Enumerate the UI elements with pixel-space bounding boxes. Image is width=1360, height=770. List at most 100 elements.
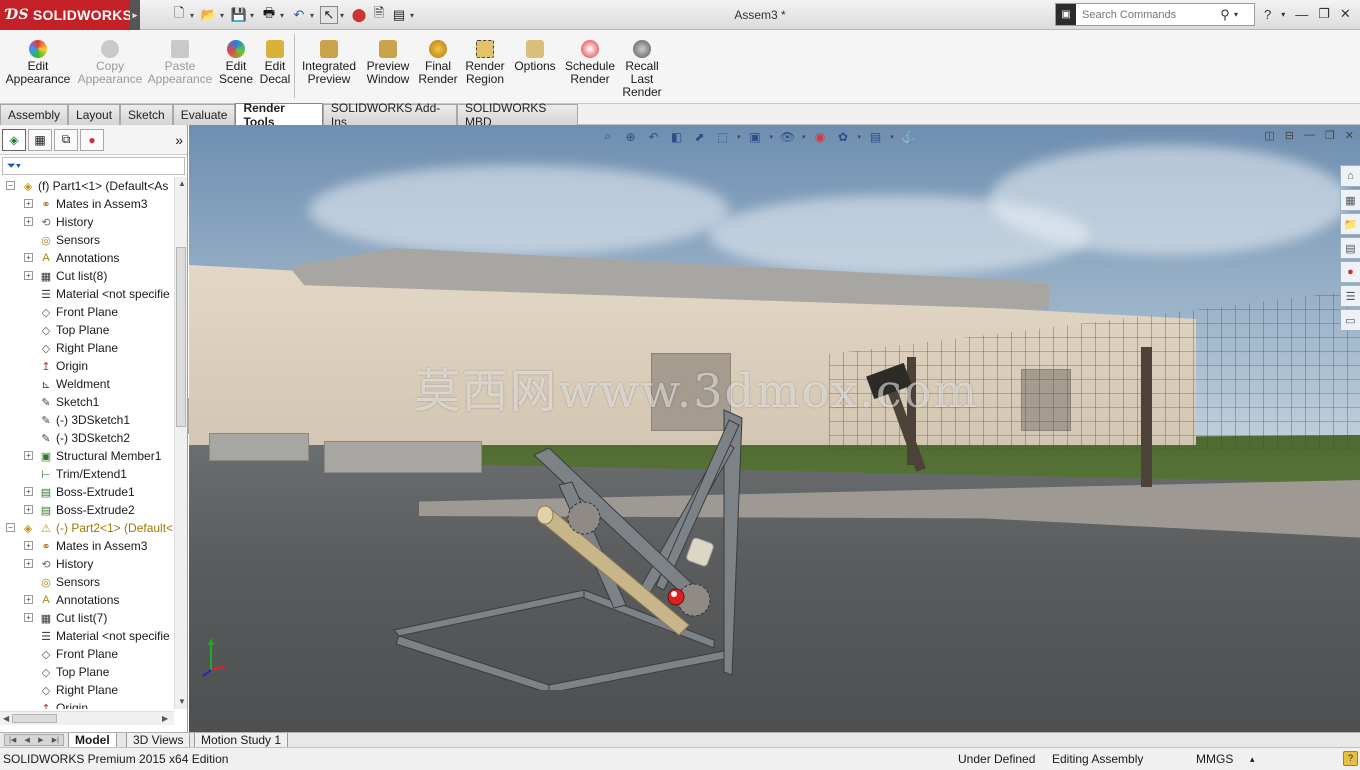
graphics-area[interactable]: 莫西网www.3dmox.com ⌕ ⊕ ↶ ◧ ⬈ ⬚ ▾ ▣ ▾ 👁 ▾ ◉…	[189, 125, 1360, 732]
tree-node[interactable]: ◇ Right Plane	[0, 681, 174, 699]
hide-show-items-icon[interactable]: 👁	[779, 128, 796, 145]
tree-node[interactable]: ◇ Right Plane	[0, 339, 174, 357]
design-library-icon[interactable]: ▦	[1340, 189, 1360, 211]
collapse-icon[interactable]: −	[6, 181, 15, 190]
zoom-to-fit-icon[interactable]: ⌕	[599, 128, 616, 145]
options-dropdown-icon[interactable]: ▾	[410, 11, 418, 20]
help-icon[interactable]: ?	[1264, 7, 1271, 22]
forum-icon[interactable]: ▭	[1340, 309, 1360, 331]
minimize-icon[interactable]: —	[1295, 7, 1308, 22]
undo-dropdown-icon[interactable]: ▾	[310, 11, 318, 20]
search-commands[interactable]: ▣ ⚲ ▾	[1055, 3, 1255, 26]
options-button[interactable]: Options	[513, 40, 557, 73]
tree-node[interactable]: + A Annotations	[0, 591, 174, 609]
viewport-close-icon[interactable]: ✕	[1345, 129, 1354, 142]
expand-icon[interactable]: +	[24, 199, 33, 208]
tree-node[interactable]: ↥ Origin	[0, 699, 174, 709]
tree-node[interactable]: ◇ Top Plane	[0, 321, 174, 339]
tree-node[interactable]: ✎ Sketch1	[0, 393, 174, 411]
scroll-thumb[interactable]	[12, 714, 57, 723]
tree-node[interactable]: ◎ Sensors	[0, 573, 174, 591]
expand-icon[interactable]: +	[24, 271, 33, 280]
section-view-icon[interactable]: ◧	[668, 128, 685, 145]
tree-filter[interactable]: ⏷▾	[2, 157, 185, 175]
final-render-button[interactable]: Final Render	[418, 40, 458, 86]
tree-node[interactable]: ↥ Origin	[0, 357, 174, 375]
tree-node[interactable]: + ⟲ History	[0, 555, 174, 573]
open-folder-icon[interactable]: 📂	[200, 6, 218, 24]
view-settings-icon[interactable]: ▤	[867, 128, 884, 145]
tree-node[interactable]: ⊾ Weldment	[0, 375, 174, 393]
tree-node[interactable]: ◇ Front Plane	[0, 645, 174, 663]
display-manager-tab-icon[interactable]: ●	[80, 128, 104, 151]
feature-manager-tab-icon[interactable]: ◈	[2, 128, 26, 151]
select-dropdown-icon[interactable]: ▾	[340, 11, 348, 20]
tree-node[interactable]: + ▦ Cut list(8)	[0, 267, 174, 285]
tree-vertical-scrollbar[interactable]: ▲ ▼	[174, 177, 187, 709]
menu-expand-icon[interactable]: ▸	[130, 0, 140, 30]
search-icon[interactable]: ⚲	[1216, 7, 1234, 23]
options-icon[interactable]: ▤	[390, 6, 408, 24]
preview-window-button[interactable]: Preview Window	[364, 40, 412, 86]
copy-appearance-button[interactable]: Copy Appearance	[78, 40, 142, 86]
split-vertical-icon[interactable]: ⊟	[1285, 129, 1294, 142]
viewport-minimize-icon[interactable]: —	[1304, 129, 1315, 142]
tree-node[interactable]: ◇ Top Plane	[0, 663, 174, 681]
save-dropdown-icon[interactable]: ▾	[250, 11, 258, 20]
search-dropdown-icon[interactable]: ▾	[1234, 10, 1244, 19]
collapse-icon[interactable]: −	[6, 523, 15, 532]
save-icon[interactable]: 💾	[230, 6, 248, 24]
tree-node[interactable]: ◎ Sensors	[0, 231, 174, 249]
tree-node[interactable]: + ▦ Cut list(7)	[0, 609, 174, 627]
open-dropdown-icon[interactable]: ▾	[220, 11, 228, 20]
tab-navigation[interactable]: |◀ ◀ ▶ ▶|	[4, 734, 64, 746]
tree-node[interactable]: − ⚠ ◈ (-) Part2<1> (Default<	[0, 519, 174, 537]
render-region-button[interactable]: Render Region	[464, 40, 506, 86]
tree-node[interactable]: + A Annotations	[0, 249, 174, 267]
expand-icon[interactable]: +	[24, 595, 33, 604]
print-icon[interactable]: 🖶	[260, 5, 278, 24]
view-orientation-icon[interactable]: ⬚	[714, 128, 731, 145]
paste-appearance-button[interactable]: Paste Appearance	[148, 40, 212, 86]
tree-horizontal-scrollbar[interactable]: ◀ ▶	[0, 711, 174, 725]
new-document-icon[interactable]: 🗋	[170, 5, 188, 24]
prev-tab-icon[interactable]: ◀	[25, 736, 30, 744]
expand-icon[interactable]: +	[24, 451, 33, 460]
scroll-thumb[interactable]	[176, 247, 186, 427]
tree-node[interactable]: + ⚭ Mates in Assem3	[0, 537, 174, 555]
last-tab-icon[interactable]: ▶|	[52, 736, 59, 744]
apply-scene-icon[interactable]: ✿	[835, 128, 852, 145]
tab-render-tools[interactable]: Render Tools	[235, 101, 323, 129]
tree-node[interactable]: ◇ Front Plane	[0, 303, 174, 321]
scroll-up-icon[interactable]: ▲	[178, 179, 186, 188]
new-dropdown-icon[interactable]: ▾	[190, 11, 198, 20]
zoom-to-area-icon[interactable]: ⊕	[622, 128, 639, 145]
search-source-icon[interactable]: ▣	[1056, 4, 1076, 25]
view-palette-icon[interactable]: ▤	[1340, 237, 1360, 259]
edit-appearance-icon[interactable]: ◉	[812, 128, 829, 145]
tab-layout[interactable]: Layout	[68, 104, 121, 125]
tree-node[interactable]: − ◈ (f) Part1<1> (Default<As	[0, 177, 174, 195]
search-input[interactable]	[1076, 5, 1216, 24]
solidworks-resources-icon[interactable]: ⌂	[1340, 165, 1360, 187]
tab-solidworks-add-ins[interactable]: SOLIDWORKS Add-Ins	[322, 101, 458, 129]
units-arrow-icon[interactable]: ▴	[1250, 754, 1255, 765]
undo-icon[interactable]: ↶	[290, 6, 308, 24]
first-tab-icon[interactable]: |◀	[9, 736, 16, 744]
scroll-right-icon[interactable]: ▶	[162, 714, 168, 723]
restore-icon[interactable]: ❐	[1318, 6, 1330, 22]
tree-node[interactable]: + ⚭ Mates in Assem3	[0, 195, 174, 213]
split-horizontal-icon[interactable]: ◫	[1264, 129, 1274, 142]
tree-node[interactable]: ✎ (-) 3DSketch1	[0, 411, 174, 429]
tree-node[interactable]: + ▤ Boss-Extrude1	[0, 483, 174, 501]
dropdown-icon[interactable]: ▾	[858, 133, 862, 141]
expand-icon[interactable]: +	[24, 541, 33, 550]
property-manager-tab-icon[interactable]: ▦	[28, 128, 52, 151]
expand-icon[interactable]: +	[24, 253, 33, 262]
edit-appearance-button[interactable]: Edit Appearance	[6, 40, 70, 86]
viewport-restore-icon[interactable]: ❐	[1325, 129, 1335, 142]
rebuild-traffic-light-icon[interactable]: ⬤	[350, 6, 368, 24]
tab-assembly[interactable]: Assembly	[0, 104, 69, 125]
tab-evaluate[interactable]: Evaluate	[172, 104, 236, 125]
dynamic-annotation-icon[interactable]: ⬈	[691, 128, 708, 145]
